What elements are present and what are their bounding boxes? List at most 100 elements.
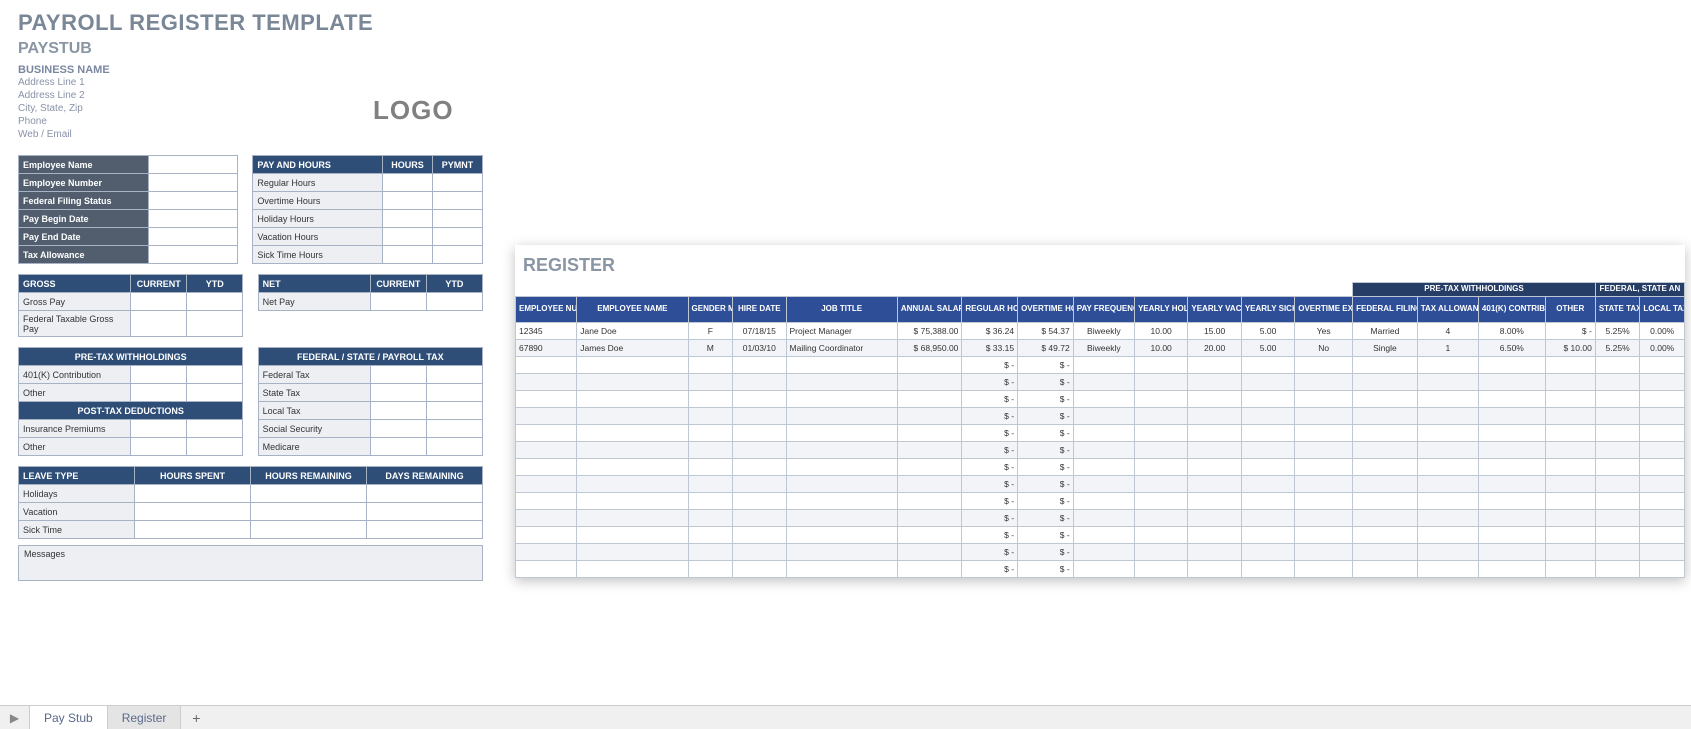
register-cell[interactable] [688,391,733,408]
register-cell[interactable]: Single [1353,340,1418,357]
register-cell[interactable] [1295,459,1353,476]
register-cell[interactable] [1595,459,1640,476]
register-cell[interactable] [1478,493,1545,510]
register-cell[interactable] [516,561,577,578]
register-cell[interactable] [1595,442,1640,459]
register-cell[interactable] [688,476,733,493]
register-cell[interactable] [688,425,733,442]
register-cell[interactable]: $ - [962,391,1018,408]
register-cell[interactable] [688,442,733,459]
register-cell[interactable] [1640,408,1685,425]
register-cell[interactable]: Married [1353,323,1418,340]
register-cell[interactable] [1188,459,1241,476]
register-cell[interactable]: Project Manager [786,323,897,340]
register-cell[interactable] [1640,357,1685,374]
register-cell[interactable] [1134,527,1187,544]
register-cell[interactable] [1478,425,1545,442]
register-cell[interactable] [577,493,688,510]
register-cell[interactable]: 5.00 [1241,340,1294,357]
fsp-cell[interactable] [426,366,482,384]
register-cell[interactable] [1595,357,1640,374]
register-cell[interactable]: Jane Doe [577,323,688,340]
register-cell[interactable] [1241,391,1294,408]
payhours-cell[interactable] [383,174,433,192]
register-cell[interactable] [688,493,733,510]
register-cell[interactable] [786,391,897,408]
register-cell[interactable]: $ - [1018,357,1074,374]
register-cell[interactable] [733,357,786,374]
register-cell[interactable]: No [1295,340,1353,357]
register-cell[interactable] [733,527,786,544]
fsp-cell[interactable] [370,384,426,402]
register-cell[interactable] [1478,408,1545,425]
register-cell[interactable] [1417,408,1478,425]
register-cell[interactable] [1241,442,1294,459]
register-cell[interactable] [516,425,577,442]
register-cell[interactable] [1640,561,1685,578]
emp-field-value[interactable] [148,228,238,246]
register-cell[interactable] [1295,527,1353,544]
register-cell[interactable] [1478,442,1545,459]
register-cell[interactable] [688,357,733,374]
register-cell[interactable] [516,442,577,459]
register-cell[interactable] [1417,510,1478,527]
leave-cell[interactable] [135,521,251,539]
register-cell[interactable] [1188,561,1241,578]
tab-add-button[interactable]: + [181,710,211,726]
register-cell[interactable] [786,561,897,578]
register-cell[interactable] [577,442,688,459]
register-cell[interactable] [1134,510,1187,527]
leave-cell[interactable] [367,521,483,539]
register-cell[interactable]: $ - [962,357,1018,374]
register-cell[interactable] [1353,527,1418,544]
register-cell[interactable]: 15.00 [1188,323,1241,340]
register-cell[interactable] [688,459,733,476]
register-cell[interactable]: Biweekly [1073,340,1134,357]
register-cell[interactable] [577,357,688,374]
register-cell[interactable] [1353,374,1418,391]
register-cell[interactable]: $ - [962,408,1018,425]
register-cell[interactable] [733,408,786,425]
register-cell[interactable] [1640,425,1685,442]
register-cell[interactable]: Yes [1295,323,1353,340]
leave-cell[interactable] [251,521,367,539]
register-cell[interactable] [1478,357,1545,374]
register-cell[interactable] [516,374,577,391]
register-cell[interactable]: $ - [1018,442,1074,459]
register-cell[interactable] [1134,561,1187,578]
register-cell[interactable] [897,476,962,493]
register-cell[interactable] [1640,391,1685,408]
pretax-cell[interactable] [131,384,187,402]
leave-cell[interactable] [367,503,483,521]
register-cell[interactable] [1241,374,1294,391]
register-cell[interactable] [1545,374,1595,391]
register-cell[interactable] [1640,510,1685,527]
register-cell[interactable] [1073,442,1134,459]
register-cell[interactable]: 20.00 [1188,340,1241,357]
fsp-cell[interactable] [426,420,482,438]
payhours-cell[interactable] [432,246,482,264]
register-cell[interactable] [1545,544,1595,561]
register-cell[interactable]: $ 10.00 [1545,340,1595,357]
register-cell[interactable] [1134,391,1187,408]
register-cell[interactable] [897,493,962,510]
register-cell[interactable] [1417,527,1478,544]
register-cell[interactable] [516,527,577,544]
fsp-cell[interactable] [426,384,482,402]
register-cell[interactable] [733,476,786,493]
payhours-cell[interactable] [383,228,433,246]
register-cell[interactable]: $ - [1018,561,1074,578]
fsp-cell[interactable] [426,402,482,420]
register-cell[interactable] [1640,476,1685,493]
register-cell[interactable] [733,544,786,561]
register-cell[interactable] [1073,544,1134,561]
register-cell[interactable] [1353,544,1418,561]
messages-box[interactable]: Messages [18,545,483,581]
register-cell[interactable]: 6.50% [1478,340,1545,357]
register-cell[interactable] [1478,476,1545,493]
register-cell[interactable] [688,510,733,527]
register-cell[interactable] [1353,391,1418,408]
register-cell[interactable]: 8.00% [1478,323,1545,340]
register-cell[interactable] [1640,459,1685,476]
register-cell[interactable]: 10.00 [1134,340,1187,357]
